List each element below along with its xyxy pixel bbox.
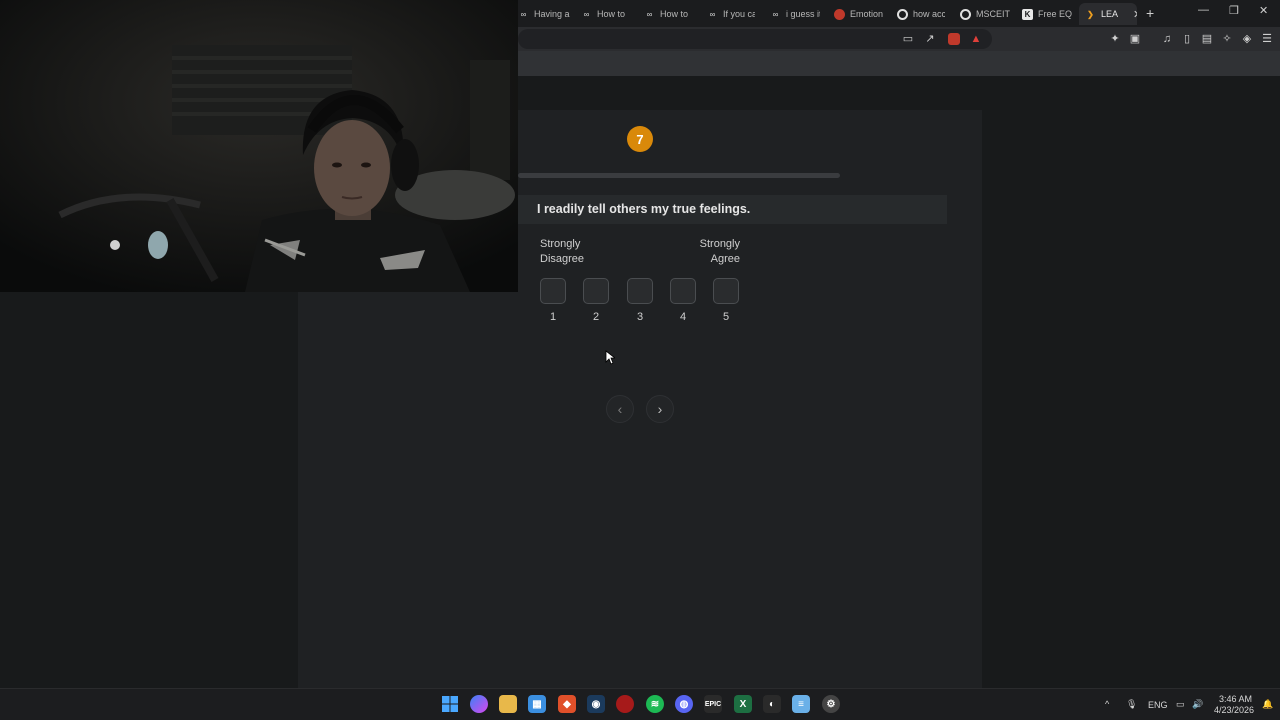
windows-start-icon[interactable] bbox=[441, 695, 459, 713]
minimize-button[interactable]: — bbox=[1198, 4, 1209, 16]
microphone-icon[interactable]: 🎙 bbox=[1126, 699, 1137, 710]
clock-time[interactable]: 3:46 AM bbox=[1219, 694, 1252, 704]
tab-label: If you ca bbox=[723, 9, 755, 19]
leo-ai-icon[interactable]: ✧ bbox=[1221, 33, 1233, 45]
app-logo-icon[interactable]: ◐ bbox=[763, 695, 781, 713]
brave-rewards-icon[interactable]: ▲ bbox=[970, 33, 982, 45]
infinity-icon: ∞ bbox=[646, 9, 653, 19]
language-indicator[interactable]: ENG bbox=[1148, 700, 1168, 710]
file-explorer-icon[interactable] bbox=[499, 695, 517, 713]
chevron-left-icon: ‹ bbox=[617, 401, 623, 417]
discord-icon[interactable]: ◍ bbox=[675, 695, 693, 713]
store-icon[interactable]: ▦ bbox=[528, 695, 546, 713]
address-bar[interactable] bbox=[518, 29, 992, 49]
sidebar-icon[interactable]: ▯ bbox=[1181, 33, 1193, 45]
volume-icon[interactable]: 🔊 bbox=[1192, 699, 1203, 710]
browser-tab[interactable]: MSCEIT bbox=[960, 3, 1010, 25]
google-icon bbox=[960, 8, 971, 20]
browser-tab[interactable]: ∞ i guess it bbox=[770, 3, 820, 25]
share-icon[interactable]: ↗ bbox=[924, 33, 936, 45]
tab-label: Having a bbox=[534, 9, 570, 19]
tab-label: Free EQ bbox=[1038, 9, 1072, 19]
brave-browser-icon[interactable]: ◆ bbox=[558, 695, 576, 713]
choice-2-label: 2 bbox=[592, 311, 600, 323]
choice-2-checkbox[interactable] bbox=[583, 278, 609, 304]
choice-1-checkbox[interactable] bbox=[540, 278, 566, 304]
scale-high-line-2: Agree bbox=[710, 253, 740, 265]
mouse-cursor-icon bbox=[605, 350, 615, 365]
choice-4-checkbox[interactable] bbox=[670, 278, 696, 304]
browser-tab[interactable]: K Free EQ bbox=[1022, 3, 1072, 25]
spotify-icon[interactable]: ≋ bbox=[646, 695, 664, 713]
tray-overflow-icon[interactable]: ^ bbox=[1105, 699, 1109, 709]
notification-icon[interactable]: 🔔 bbox=[1262, 699, 1273, 710]
infinity-icon: ∞ bbox=[772, 9, 779, 19]
infinity-icon: ∞ bbox=[520, 9, 527, 19]
scale-low-line-1: Strongly bbox=[540, 238, 581, 250]
question-number-badge: 7 bbox=[627, 126, 653, 152]
webcam-overlay bbox=[0, 0, 518, 292]
choice-5-checkbox[interactable] bbox=[713, 278, 739, 304]
windows-taskbar bbox=[0, 688, 1280, 720]
menu-icon[interactable]: ☰ bbox=[1261, 33, 1273, 45]
excel-icon[interactable]: X bbox=[734, 695, 752, 713]
screen-cast-icon[interactable]: ▭ bbox=[902, 33, 914, 45]
k-logo-icon: K bbox=[1022, 8, 1033, 20]
steam-icon[interactable]: ◉ bbox=[587, 695, 605, 713]
copilot-icon[interactable] bbox=[470, 695, 488, 713]
tab-label: MSCEIT bbox=[976, 9, 1010, 19]
tab-label: i guess it bbox=[786, 9, 820, 19]
screenshot-icon[interactable]: ▣ bbox=[1129, 33, 1141, 45]
scale-low-label: Strongly Disagree bbox=[540, 237, 584, 267]
clock-date[interactable]: 4/23/2026 bbox=[1214, 705, 1254, 715]
browser-tab[interactable]: Emotion bbox=[834, 3, 884, 25]
choice-3-label: 3 bbox=[636, 311, 644, 323]
scale-low-line-2: Disagree bbox=[540, 253, 585, 265]
choice-3-checkbox[interactable] bbox=[627, 278, 653, 304]
notepad-icon[interactable]: ≡ bbox=[792, 695, 810, 713]
previous-button[interactable]: ‹ bbox=[606, 395, 634, 423]
extensions-icon[interactable]: ✦ bbox=[1109, 33, 1121, 45]
webcam-feed-image bbox=[0, 0, 518, 292]
choice-5-label: 5 bbox=[722, 311, 730, 323]
next-button[interactable]: › bbox=[646, 395, 674, 423]
browser-tab[interactable]: how acc bbox=[897, 3, 945, 25]
close-tab-icon[interactable]: ✕ bbox=[1133, 8, 1137, 21]
google-icon bbox=[897, 8, 908, 20]
drop-icon bbox=[834, 8, 845, 20]
new-tab-button[interactable]: + bbox=[1146, 5, 1154, 21]
epic-games-icon[interactable]: EPIC bbox=[704, 695, 722, 713]
tab-label: Emotion bbox=[850, 9, 884, 19]
window-close-button[interactable]: ✕ bbox=[1259, 4, 1268, 17]
restore-button[interactable]: ❐ bbox=[1229, 4, 1239, 17]
tab-label: how acc bbox=[913, 9, 945, 19]
tab-label: How to bbox=[660, 9, 689, 19]
question-text: I readily tell others my true feelings. bbox=[537, 202, 751, 216]
tab-label: How to bbox=[597, 9, 626, 19]
infinity-icon: ∞ bbox=[709, 9, 716, 19]
network-icon[interactable]: ▭ bbox=[1176, 699, 1185, 710]
tab-label: LEA bbox=[1101, 9, 1119, 19]
browser-tab[interactable]: ∞ Having a bbox=[518, 3, 570, 25]
chevron-logo-icon: ❯ bbox=[1087, 9, 1094, 19]
scale-high-line-1: Strongly bbox=[699, 238, 740, 250]
infinity-icon: ∞ bbox=[583, 9, 590, 19]
choice-1-label: 1 bbox=[549, 311, 557, 323]
vpn-icon[interactable]: ◈ bbox=[1241, 33, 1253, 45]
choice-4-label: 4 bbox=[679, 311, 687, 323]
brave-shield-icon[interactable] bbox=[948, 33, 960, 45]
progress-bar bbox=[518, 173, 840, 178]
browser-tab[interactable]: ∞ How to bbox=[581, 3, 629, 25]
browser-tab[interactable]: ∞ How to bbox=[644, 3, 692, 25]
media-icon[interactable]: ♫ bbox=[1161, 33, 1173, 45]
red-app-icon[interactable] bbox=[616, 695, 634, 713]
settings-icon[interactable]: ⚙ bbox=[822, 695, 840, 713]
chevron-right-icon: › bbox=[657, 401, 663, 417]
browser-tab[interactable]: ∞ If you ca bbox=[707, 3, 755, 25]
browser-tab-active[interactable]: ❯ LEA ✕ bbox=[1079, 3, 1137, 25]
scale-high-label: Strongly Agree bbox=[690, 237, 740, 267]
wallet-icon[interactable]: ▤ bbox=[1201, 33, 1213, 45]
